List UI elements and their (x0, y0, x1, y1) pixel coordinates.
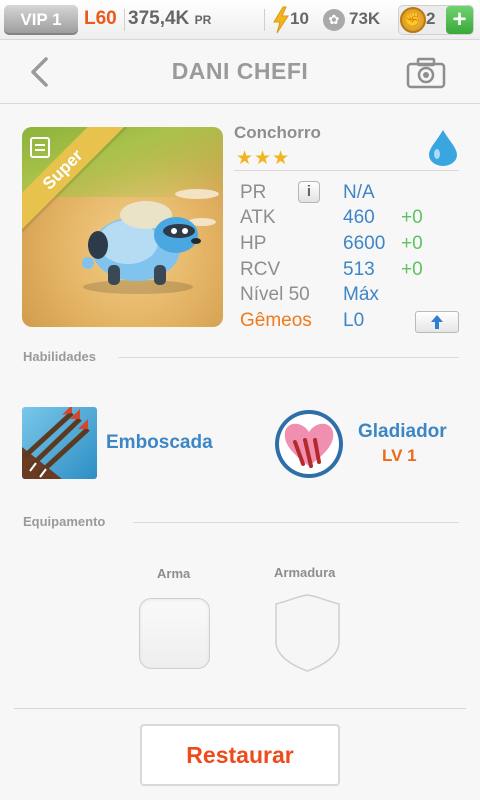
stat-hp-label: HP (240, 233, 267, 254)
paw-count: 73K (349, 9, 381, 28)
camera-icon[interactable] (406, 57, 446, 89)
stat-level-value: Máx (343, 284, 379, 305)
divider (14, 708, 466, 709)
page-header: DANI CHEFI (0, 40, 480, 104)
armor-slot[interactable] (272, 594, 343, 672)
vip-badge[interactable]: VIP 1 (4, 5, 78, 35)
divider (234, 170, 459, 171)
document-icon (30, 137, 50, 158)
pr-unit: PR (194, 13, 212, 27)
weapon-slot-label: Arma (157, 566, 191, 581)
coin-count: 2 (426, 9, 436, 28)
stat-atk-value: 460 (343, 207, 375, 228)
pr-value: 375,4K (128, 8, 190, 29)
stat-hp-value: 6600 (343, 233, 386, 254)
info-button[interactable]: i (298, 181, 320, 203)
restore-button[interactable]: Restaurar (140, 724, 340, 786)
passive-skill-name[interactable]: Gladiador (358, 421, 447, 443)
divider (124, 9, 125, 31)
heart-claw-icon[interactable] (273, 408, 345, 480)
passive-skill-level: LV 1 (382, 446, 417, 465)
star-rating: ★★★ (236, 148, 291, 169)
creature-portrait[interactable]: Super ♊ (22, 127, 223, 327)
player-level: L60 (84, 8, 117, 29)
stat-atk-label: ATK (240, 207, 276, 228)
zodiac-sign-level: L0 (343, 310, 365, 331)
stat-rcv-label: RCV (240, 259, 281, 280)
stat-pr-label: PR (240, 182, 267, 203)
creature-image (82, 201, 201, 294)
active-skill-name[interactable]: Emboscada (106, 432, 213, 454)
energy-count: 10 (290, 9, 309, 28)
zodiac-sign-label: Gêmeos (240, 310, 312, 331)
status-bar: VIP 1 L60 375,4K PR 10 ✿ 73K ✊ 2 + (0, 0, 480, 40)
weapon-slot[interactable] (139, 598, 210, 669)
upgrade-sign-button[interactable] (415, 311, 459, 333)
add-coins-button[interactable]: + (446, 6, 473, 34)
stat-level-label: Nível 50 (240, 284, 310, 305)
armor-slot-label: Armadura (274, 565, 336, 580)
divider (118, 357, 459, 358)
coin-icon: ✊ (400, 7, 426, 33)
lightning-icon (273, 6, 289, 34)
stat-atk-bonus: +0 (401, 207, 423, 228)
paw-icon: ✿ (323, 9, 345, 31)
active-skill-icon[interactable] (22, 407, 97, 479)
water-drop-icon (429, 130, 457, 166)
stat-rcv-value: 513 (343, 259, 375, 280)
arrow-up-icon (431, 315, 443, 329)
stat-hp-bonus: +0 (401, 233, 423, 254)
arrows-icon (22, 407, 90, 479)
equipment-section-label: Equipamento (23, 514, 106, 529)
stat-pr-value: N/A (343, 182, 375, 203)
player-power-rating: 375,4K PR (128, 8, 211, 30)
divider (133, 522, 459, 523)
stat-rcv-bonus: +0 (401, 259, 423, 280)
skills-section-label: Habilidades (23, 349, 96, 364)
divider (264, 9, 265, 31)
creature-name: Conchorro (234, 123, 321, 142)
